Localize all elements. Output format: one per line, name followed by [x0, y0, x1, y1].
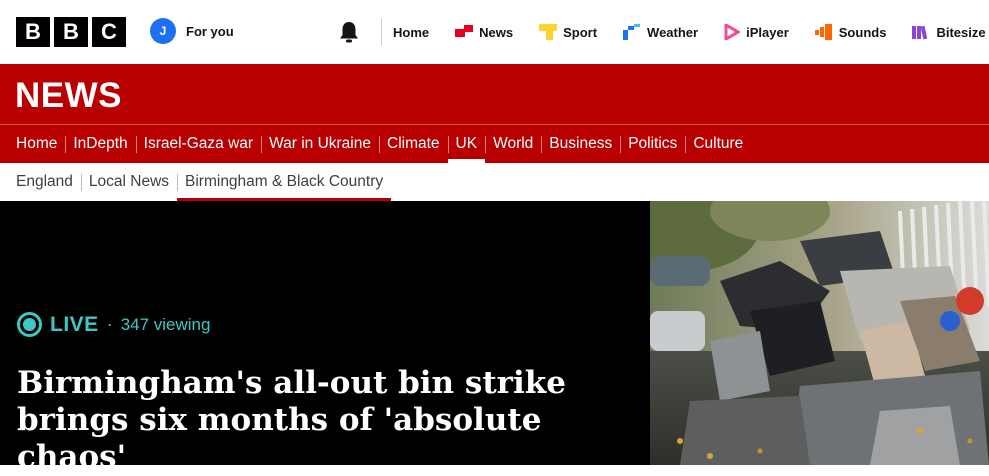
global-nav-iplayer[interactable]: iPlayer — [724, 24, 789, 40]
header-divider — [381, 18, 382, 46]
sub-nav-local-news[interactable]: Local News — [80, 163, 177, 201]
global-nav-label: Bitesize — [936, 24, 986, 40]
for-you-label: For you — [186, 23, 234, 39]
news-icon — [455, 25, 474, 37]
global-nav-label: Sport — [563, 24, 598, 40]
live-icon — [17, 312, 42, 337]
section-nav-war-in-ukraine[interactable]: War in Ukraine — [261, 125, 379, 163]
viewer-count: 347 viewing — [120, 314, 211, 334]
global-nav: Home News Sport Weather iPlayer Sounds B… — [393, 0, 986, 64]
sub-nav: England Local News Birmingham & Black Co… — [0, 163, 989, 201]
global-nav-sounds[interactable]: Sounds — [814, 24, 887, 40]
sport-icon — [539, 24, 558, 40]
bbc-logo-letter: B — [54, 17, 88, 47]
global-nav-home[interactable]: Home — [393, 25, 429, 40]
sub-nav-birmingham-black-country[interactable]: Birmingham & Black Country — [177, 163, 392, 201]
weather-icon — [623, 24, 641, 40]
live-indicator: LIVE · 347 viewing — [17, 312, 210, 337]
sub-nav-england[interactable]: England — [0, 163, 81, 201]
bbc-logo[interactable]: B B C — [16, 17, 126, 47]
hero-text-panel: LIVE · 347 viewing Birmingham's all-out … — [0, 201, 650, 475]
section-nav-climate[interactable]: Climate — [379, 125, 448, 163]
section-nav-home[interactable]: Home — [0, 125, 65, 163]
global-nav-sport[interactable]: Sport — [539, 24, 597, 40]
global-nav-news[interactable]: News — [455, 25, 513, 40]
news-title[interactable]: NEWS — [15, 76, 122, 116]
section-nav-uk[interactable]: UK — [447, 125, 486, 163]
section-nav-culture[interactable]: Culture — [685, 125, 751, 163]
hero-image[interactable] — [650, 201, 989, 465]
live-separator: · — [106, 314, 113, 334]
global-nav-weather[interactable]: Weather — [623, 24, 698, 40]
global-nav-label: Sounds — [838, 24, 887, 40]
bbc-logo-letter: C — [92, 17, 126, 47]
section-nav-israel-gaza-war[interactable]: Israel-Gaza war — [135, 125, 261, 163]
section-nav-world[interactable]: World — [485, 125, 541, 163]
for-you-button[interactable]: J For you — [150, 18, 234, 44]
global-nav-label: Home — [393, 24, 430, 40]
bitesize-icon — [912, 25, 928, 40]
global-header: B B C J For you Home News Sport Weather … — [0, 0, 989, 64]
section-nav-indepth[interactable]: InDepth — [65, 125, 135, 163]
iplayer-icon — [724, 24, 741, 40]
bbc-logo-letter: B — [16, 17, 50, 47]
hero-story: LIVE · 347 viewing Birmingham's all-out … — [0, 201, 989, 475]
global-nav-label: News — [479, 24, 514, 40]
global-nav-label: iPlayer — [746, 24, 789, 40]
notification-bell-icon[interactable] — [338, 20, 360, 44]
hero-headline[interactable]: Birmingham's all-out bin strike brings s… — [17, 365, 637, 476]
news-header: NEWS Home InDepth Israel-Gaza war War in… — [0, 64, 989, 163]
avatar: J — [150, 18, 176, 44]
section-nav-politics[interactable]: Politics — [620, 125, 685, 163]
sounds-icon — [814, 24, 832, 40]
global-nav-bitesize[interactable]: Bitesize — [912, 24, 986, 40]
live-label: LIVE — [50, 312, 99, 336]
rubbish-pile-photo — [650, 201, 989, 465]
section-nav: Home InDepth Israel-Gaza war War in Ukra… — [0, 125, 751, 163]
section-nav-business[interactable]: Business — [541, 125, 620, 163]
global-nav-label: Weather — [647, 24, 699, 40]
